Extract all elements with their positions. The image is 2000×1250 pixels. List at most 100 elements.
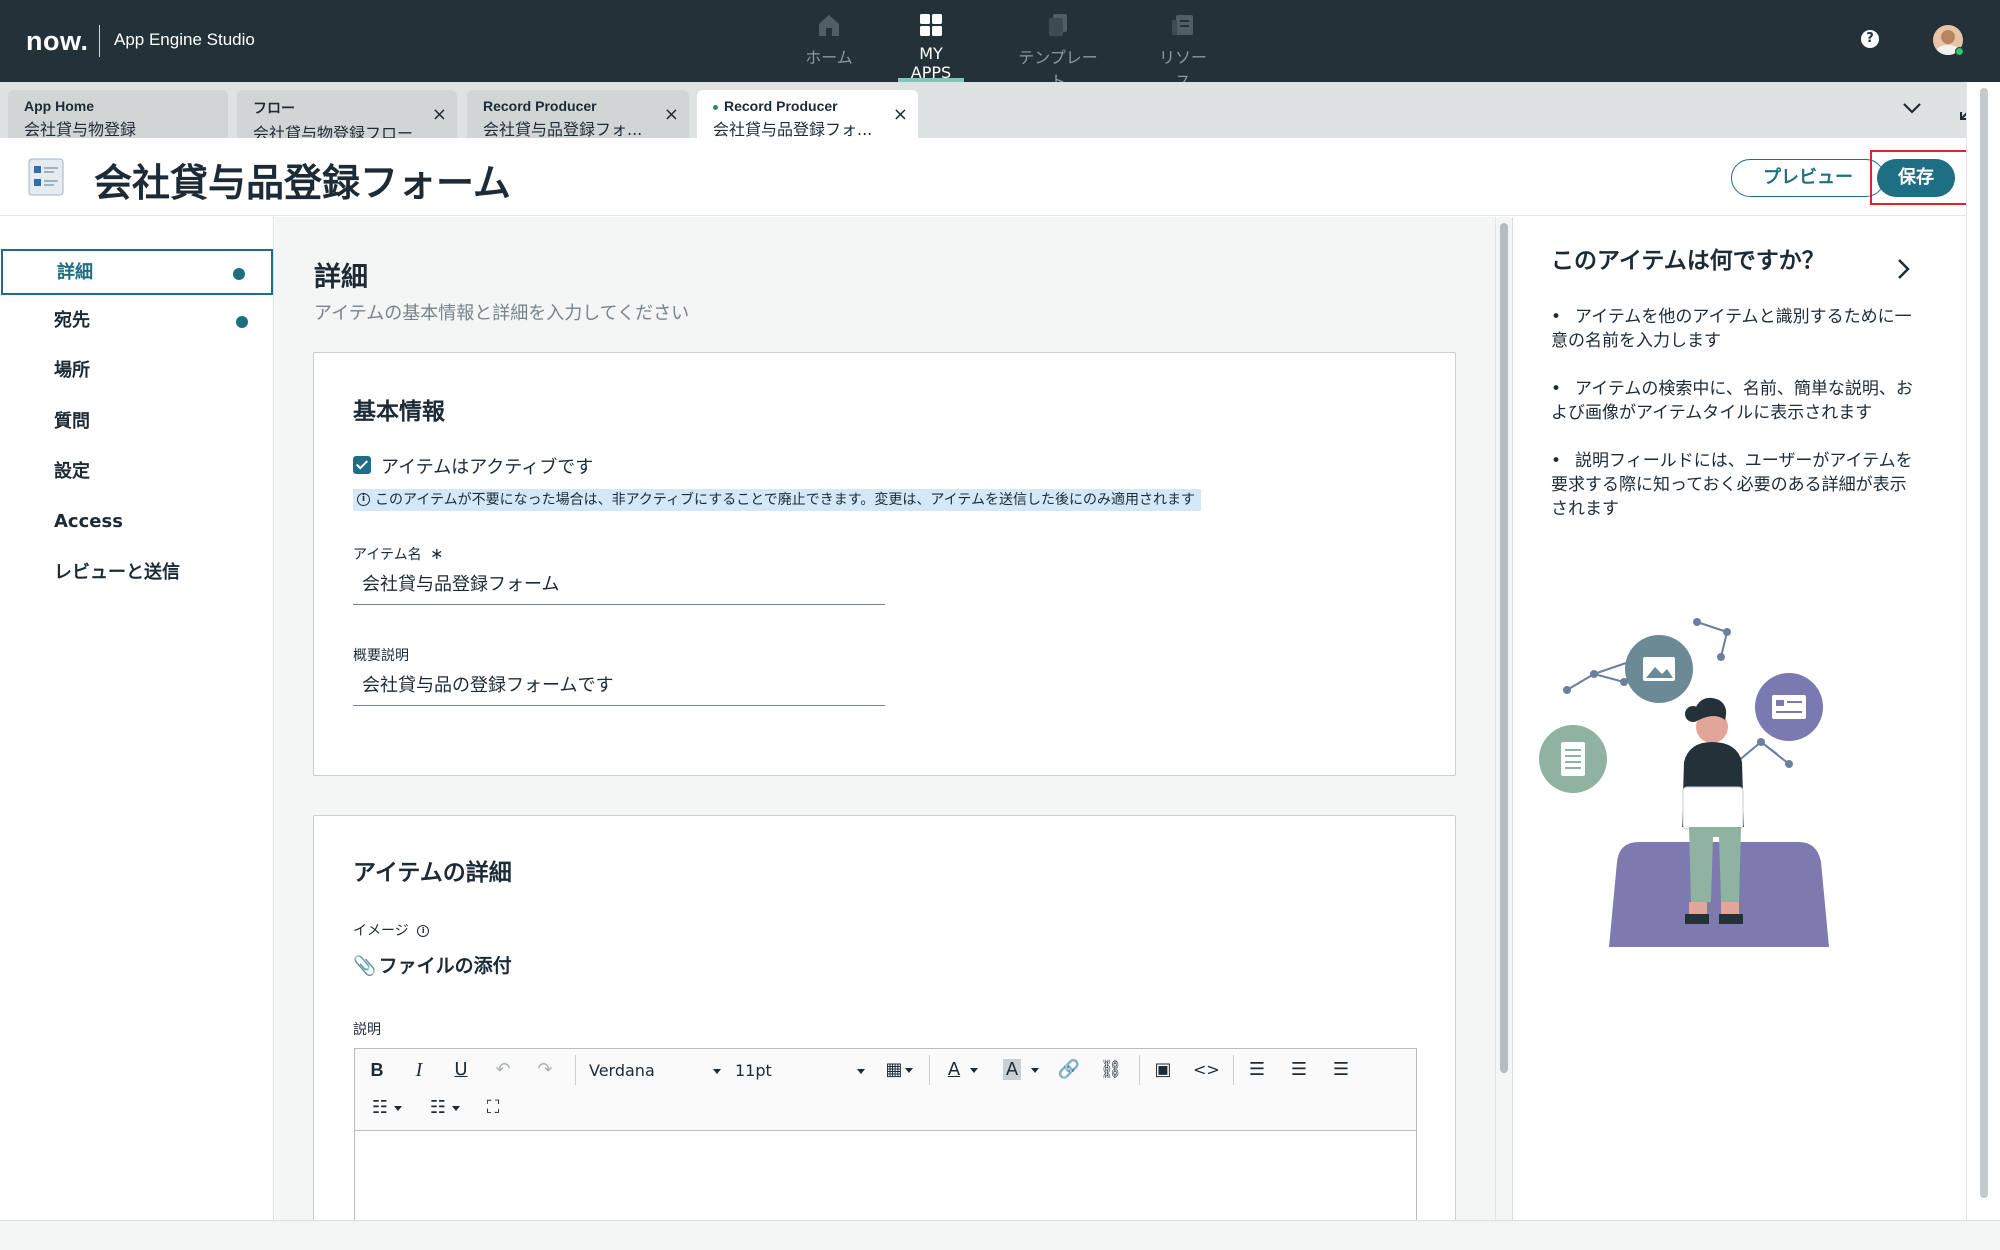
sidebar-item-questions[interactable]: 質問 <box>0 400 274 446</box>
fullscreen-icon[interactable]: ⛶ <box>481 1097 505 1119</box>
chevron-down-icon <box>713 1069 721 1074</box>
chevron-down-icon[interactable] <box>1900 96 1924 120</box>
chevron-right-icon[interactable] <box>1891 257 1915 281</box>
tab-title-row: Record Producer <box>713 98 902 114</box>
scrollbar-thumb[interactable] <box>1980 88 1988 1198</box>
page-scrollbar[interactable] <box>1966 82 2000 1220</box>
sidebar-item-location[interactable]: 場所 <box>0 349 274 395</box>
info-icon: i <box>417 925 430 937</box>
toolbar-divider <box>1233 1055 1234 1085</box>
underline-icon[interactable]: U <box>449 1059 473 1081</box>
basic-info-card: 基本情報 アイテムはアクティブです i このアイテムが不要になった場合は、非アク… <box>313 352 1456 776</box>
align-right-icon[interactable]: ☰ <box>1329 1059 1353 1081</box>
sidebar-item-access[interactable]: Access <box>0 500 274 546</box>
tab-title: Record Producer <box>724 98 838 114</box>
bold-icon[interactable]: B <box>365 1059 389 1081</box>
font-family-select[interactable]: Verdana <box>589 1061 721 1080</box>
nav-templates[interactable]: テンプレート <box>1011 12 1105 91</box>
editor-toolbar: B I U ↶ ↷ Verdana 11pt ▦ A A 🔗 ⛓ ▣ <> ☰ … <box>355 1049 1416 1131</box>
toolbar-divider <box>575 1055 576 1085</box>
unlink-icon[interactable]: ⛓ <box>1099 1059 1123 1081</box>
nav-home-label: ホーム <box>805 48 853 67</box>
code-icon[interactable]: <> <box>1193 1059 1220 1081</box>
nav-home[interactable]: ホーム <box>801 12 857 82</box>
servicenow-logo[interactable]: now. <box>26 26 89 57</box>
font-color-icon[interactable]: A <box>941 1059 985 1081</box>
tab-title: フロー <box>253 100 295 116</box>
main-content: 詳細 アイテムの基本情報と詳細を入力してください 基本情報 アイテムはアクティブ… <box>275 217 1495 1220</box>
main-scrollbar[interactable] <box>1495 217 1513 1220</box>
save-button[interactable]: 保存 <box>1877 159 1955 197</box>
sidebar-item-review[interactable]: レビューと送信 <box>0 551 274 597</box>
tab-record-producer-2[interactable]: Record Producer 会社貸与品登録フォ... × <box>697 90 918 139</box>
font-size-select[interactable]: 11pt <box>735 1061 865 1080</box>
numbered-list-icon[interactable]: ☷ <box>423 1097 467 1119</box>
editor-body[interactable] <box>355 1132 1416 1220</box>
attach-label: ファイルの添付 <box>378 955 512 977</box>
sidebar-item-label: レビューと送信 <box>54 562 180 583</box>
illustration-person-laptop <box>1539 618 1829 947</box>
table-icon[interactable]: ▦ <box>881 1059 917 1081</box>
bottom-bar <box>0 1220 2000 1250</box>
short-description-input[interactable]: 会社貸与品の登録フォームです <box>353 668 885 706</box>
help-bullet: アイテムを他のアイテムと識別するために一意の名前を入力します <box>1551 305 1921 353</box>
item-name-input[interactable]: 会社貸与品登録フォーム <box>353 567 885 605</box>
link-icon[interactable]: 🔗 <box>1057 1059 1081 1081</box>
scrollbar-thumb[interactable] <box>1500 223 1508 1073</box>
close-icon[interactable]: × <box>664 104 679 125</box>
tab-subtitle: 会社貸与品登録フォ... <box>483 120 643 139</box>
preview-button[interactable]: プレビュー <box>1731 159 1885 197</box>
sidebar-item-label: 宛先 <box>54 310 90 331</box>
sidebar-item-details[interactable]: 詳細 <box>1 249 273 295</box>
page-header: 会社貸与品登録フォーム プレビュー <box>0 138 2000 216</box>
sidebar-item-settings[interactable]: 設定 <box>0 450 274 496</box>
nav-resources[interactable]: リソース <box>1152 12 1214 91</box>
logo-divider <box>99 25 100 57</box>
image-label-text: イメージ <box>353 923 409 939</box>
align-left-icon[interactable]: ☰ <box>1245 1059 1269 1081</box>
undo-icon[interactable]: ↶ <box>491 1059 515 1081</box>
section-title: 詳細 <box>314 262 368 293</box>
status-dot <box>236 316 248 328</box>
chevron-down-icon <box>857 1069 865 1074</box>
close-icon[interactable]: × <box>893 104 908 125</box>
resource-icon <box>1172 15 1193 35</box>
nav-my-apps-label: MY APPS <box>910 44 952 82</box>
image-icon[interactable]: ▣ <box>1151 1059 1175 1081</box>
sidebar-item-label: 設定 <box>54 461 90 482</box>
tab-subtitle: 会社貸与物登録 <box>24 120 137 139</box>
attach-file-link[interactable]: 📎 ファイルの添付 <box>353 951 512 978</box>
nav-my-apps[interactable]: MY APPS <box>898 12 964 82</box>
item-details-card: アイテムの詳細 イメージ i 📎 ファイルの添付 説明 B I U ↶ ↷ Ver… <box>313 815 1456 1220</box>
image-label: イメージ i <box>353 920 430 940</box>
info-text: このアイテムが不要になった場合は、非アクティブにすることで廃止できます。変更は、… <box>375 492 1195 508</box>
tab-record-producer-1[interactable]: Record Producer 会社貸与品登録フォ... × <box>467 90 689 139</box>
step-sidebar: 詳細 宛先 場所 質問 設定 Access レビューと送信 <box>0 217 274 1220</box>
italic-icon[interactable]: I <box>407 1059 431 1081</box>
info-note: i このアイテムが不要になった場合は、非アクティブにすることで廃止できます。変更… <box>353 489 1201 511</box>
home-icon <box>819 15 839 36</box>
status-dot <box>233 268 245 280</box>
tab-flow[interactable]: フロー 会社貸与物登録フロー × <box>237 90 457 143</box>
form-icon <box>28 158 64 196</box>
active-checkbox[interactable] <box>353 456 371 474</box>
tab-title: Record Producer <box>483 98 597 114</box>
close-icon[interactable]: × <box>432 104 447 125</box>
active-checkbox-label: アイテムはアクティブです <box>381 457 594 478</box>
top-nav: now. App Engine Studio ホーム MY APPS テンプレー… <box>0 0 2000 91</box>
help-icon[interactable]: ? <box>1861 30 1879 48</box>
redo-icon[interactable]: ↷ <box>533 1059 557 1081</box>
font-size-value: 11pt <box>735 1061 772 1080</box>
bullet-list-icon[interactable]: ☷ <box>365 1097 409 1119</box>
sidebar-item-label: 詳細 <box>57 262 93 283</box>
sidebar-item-recipient[interactable]: 宛先 <box>0 299 274 345</box>
card-title: アイテムの詳細 <box>353 860 512 886</box>
tab-app-home[interactable]: App Home 会社貸与物登録 <box>8 90 228 139</box>
toolbar-divider <box>929 1055 930 1085</box>
help-bullet: 説明フィールドには、ユーザーがアイテムを要求する際に知っておく必要のある詳細が表… <box>1551 449 1921 521</box>
apps-grid-icon <box>920 14 942 36</box>
item-name-label: アイテム名 ∗ <box>353 544 443 564</box>
highlight-color-icon[interactable]: A <box>999 1059 1043 1081</box>
align-center-icon[interactable]: ☰ <box>1287 1059 1311 1081</box>
page-title: 会社貸与品登録フォーム <box>94 161 511 205</box>
